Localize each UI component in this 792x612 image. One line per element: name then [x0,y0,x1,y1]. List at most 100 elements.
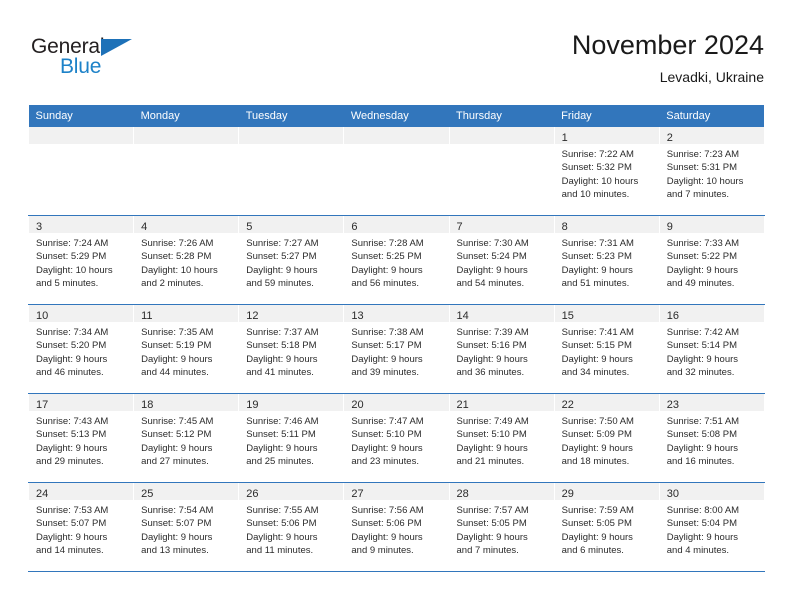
calendar-day-cell[interactable]: 12 Sunrise: 7:37 AM Sunset: 5:18 PM Dayligh… [238,304,345,394]
calendar-day-cell[interactable]: 16 Sunrise: 7:42 AM Sunset: 5:14 PM Dayligh… [658,304,765,394]
weekday-header-wednesday: Wednesday [343,105,449,127]
day-sunrise-text: Sunrise: 7:47 AM [351,416,424,427]
day-cell-content: 16 Sunrise: 7:42 AM Sunset: 5:14 PM Dayligh… [659,305,764,393]
calendar-day-cell[interactable]: 2 Sunrise: 7:23 AM Sunset: 5:31 PM Daylight… [658,127,765,216]
day-daylight-text: Daylight: 9 hours [666,264,739,276]
calendar-day-cell[interactable]: 18 Sunrise: 7:45 AM Sunset: 5:12 PM Dayligh… [133,393,240,483]
brand-logo[interactable]: General Blue [31,36,151,86]
day-detail-lines: Sunrise: 7:31 AM Sunset: 5:23 PM Daylight:… [555,233,659,290]
day-daylight-text: and 44 minutes. [141,366,209,378]
day-sunset-text: Sunset: 5:06 PM [351,518,422,530]
day-number-band: 30 [659,483,764,500]
day-number-band: 2 [659,127,764,144]
calendar-day-cell[interactable]: 1 Sunrise: 7:22 AM Sunset: 5:32 PM Daylight… [553,127,660,216]
calendar-day-cell[interactable]: 7 Sunrise: 7:30 AM Sunset: 5:24 PM Daylight… [448,215,555,305]
day-sunrise-text: Sunrise: 7:24 AM [36,238,109,249]
day-number-band: 11 [134,305,239,322]
calendar-day-cell[interactable]: 25 Sunrise: 7:54 AM Sunset: 5:07 PM Dayligh… [133,482,240,572]
day-cell-content [29,127,134,215]
day-sunset-text: Sunset: 5:19 PM [141,340,212,352]
day-number: 12 [246,310,259,322]
calendar-week-row: 1 Sunrise: 7:22 AM Sunset: 5:32 PM Daylight… [27,127,765,216]
day-daylight-text: Daylight: 10 hours [561,175,639,187]
day-daylight-text: and 59 minutes. [246,277,314,289]
calendar-day-cell[interactable]: 15 Sunrise: 7:41 AM Sunset: 5:15 PM Dayligh… [553,304,660,394]
day-daylight-text: and 14 minutes. [36,544,104,556]
day-cell-content: 3 Sunrise: 7:24 AM Sunset: 5:29 PM Daylight… [29,216,134,304]
day-daylight-text: Daylight: 10 hours [666,175,744,187]
calendar-day-cell[interactable]: 3 Sunrise: 7:24 AM Sunset: 5:29 PM Daylight… [27,215,135,305]
day-sunset-text: Sunset: 5:24 PM [456,251,527,263]
day-daylight-text: Daylight: 10 hours [36,264,113,276]
day-cell-content: 21 Sunrise: 7:49 AM Sunset: 5:10 PM Dayligh… [449,394,554,482]
day-number-band: 8 [554,216,659,233]
day-daylight-text: Daylight: 9 hours [456,442,528,454]
calendar-day-cell[interactable]: 30 Sunrise: 8:00 AM Sunset: 5:04 PM Dayligh… [658,482,765,572]
day-number-band: 1 [554,127,659,144]
day-daylight-text: Daylight: 9 hours [141,442,213,454]
day-detail-lines: Sunrise: 7:23 AM Sunset: 5:31 PM Daylight:… [660,144,764,201]
calendar-header-row: Sunday Monday Tuesday Wednesday Thursday Frid… [28,105,765,127]
day-sunset-text: Sunset: 5:07 PM [141,518,212,530]
day-detail-lines: Sunrise: 7:26 AM Sunset: 5:28 PM Daylight:… [134,233,238,290]
day-cell-content: 27 Sunrise: 7:56 AM Sunset: 5:06 PM Dayligh… [344,483,449,571]
day-sunrise-text: Sunrise: 7:53 AM [36,505,109,516]
day-sunset-text: Sunset: 5:29 PM [36,251,107,263]
day-number-band: 7 [449,216,554,233]
calendar-day-cell[interactable]: 24 Sunrise: 7:53 AM Sunset: 5:07 PM Dayligh… [27,482,135,572]
day-cell-content: 17 Sunrise: 7:43 AM Sunset: 5:13 PM Dayligh… [29,394,134,482]
day-daylight-text: Daylight: 9 hours [36,531,108,543]
day-number: 15 [561,310,574,322]
day-cell-content: 7 Sunrise: 7:30 AM Sunset: 5:24 PM Daylight… [449,216,554,304]
day-cell-content: 13 Sunrise: 7:38 AM Sunset: 5:17 PM Dayligh… [344,305,449,393]
calendar-day-cell[interactable]: 10 Sunrise: 7:34 AM Sunset: 5:20 PM Dayligh… [27,304,135,394]
day-number-band: 5 [239,216,344,233]
day-sunset-text: Sunset: 5:13 PM [36,429,107,441]
day-sunrise-text: Sunrise: 7:23 AM [666,149,740,160]
day-daylight-text: and 54 minutes. [456,277,525,289]
day-daylight-text: Daylight: 9 hours [561,442,633,454]
calendar-day-cell[interactable]: 5 Sunrise: 7:27 AM Sunset: 5:27 PM Daylight… [238,215,345,305]
calendar-day-cell[interactable]: 28 Sunrise: 7:57 AM Sunset: 5:05 PM Dayligh… [448,482,555,572]
calendar-day-cell[interactable]: 21 Sunrise: 7:49 AM Sunset: 5:10 PM Dayligh… [448,393,555,483]
calendar-empty-cell [448,127,555,216]
day-sunrise-text: Sunrise: 7:34 AM [36,327,109,338]
day-number: 11 [141,310,153,322]
day-daylight-text: and 23 minutes. [351,455,419,467]
calendar-day-cell[interactable]: 13 Sunrise: 7:38 AM Sunset: 5:17 PM Dayligh… [343,304,450,394]
day-cell-content: 10 Sunrise: 7:34 AM Sunset: 5:20 PM Dayligh… [29,305,134,393]
day-sunset-text: Sunset: 5:06 PM [246,518,317,530]
calendar-empty-cell [27,127,135,216]
day-cell-content: 1 Sunrise: 7:22 AM Sunset: 5:32 PM Daylight… [554,127,659,215]
day-daylight-text: Daylight: 9 hours [141,353,213,365]
calendar-day-cell[interactable]: 4 Sunrise: 7:26 AM Sunset: 5:28 PM Daylight… [133,215,240,305]
day-daylight-text: and 51 minutes. [561,277,630,289]
day-number-band: 25 [134,483,239,500]
day-cell-content: 29 Sunrise: 7:59 AM Sunset: 5:05 PM Dayligh… [554,483,659,571]
day-cell-content: 28 Sunrise: 7:57 AM Sunset: 5:05 PM Dayligh… [449,483,554,571]
calendar-day-cell[interactable]: 27 Sunrise: 7:56 AM Sunset: 5:06 PM Dayligh… [343,482,450,572]
day-number: 2 [666,132,673,144]
calendar-week-row: 17 Sunrise: 7:43 AM Sunset: 5:13 PM Dayligh… [27,393,765,483]
day-number-band: 24 [29,483,134,500]
calendar-day-cell[interactable]: 23 Sunrise: 7:51 AM Sunset: 5:08 PM Dayligh… [658,393,765,483]
day-cell-content: 4 Sunrise: 7:26 AM Sunset: 5:28 PM Daylight… [134,216,239,304]
day-sunset-text: Sunset: 5:18 PM [246,340,317,352]
calendar-day-cell[interactable]: 19 Sunrise: 7:46 AM Sunset: 5:11 PM Dayligh… [238,393,345,483]
calendar-day-cell[interactable]: 14 Sunrise: 7:39 AM Sunset: 5:16 PM Dayligh… [448,304,555,394]
calendar-day-cell[interactable]: 9 Sunrise: 7:33 AM Sunset: 5:22 PM Daylight… [658,215,765,305]
calendar-day-cell[interactable]: 20 Sunrise: 7:47 AM Sunset: 5:10 PM Dayligh… [343,393,450,483]
weekday-header-thursday: Thursday [449,105,555,127]
calendar-day-cell[interactable]: 8 Sunrise: 7:31 AM Sunset: 5:23 PM Daylight… [553,215,660,305]
day-daylight-text: and 39 minutes. [351,366,419,378]
calendar-day-cell[interactable]: 11 Sunrise: 7:35 AM Sunset: 5:19 PM Dayligh… [133,304,240,394]
calendar-day-cell[interactable]: 29 Sunrise: 7:59 AM Sunset: 5:05 PM Dayligh… [553,482,660,572]
day-daylight-text: Daylight: 9 hours [456,353,528,365]
calendar-day-cell[interactable]: 22 Sunrise: 7:50 AM Sunset: 5:09 PM Dayligh… [553,393,660,483]
day-number: 14 [456,310,469,322]
calendar-day-cell[interactable]: 17 Sunrise: 7:43 AM Sunset: 5:13 PM Dayligh… [27,393,135,483]
calendar-day-cell[interactable]: 26 Sunrise: 7:55 AM Sunset: 5:06 PM Dayligh… [238,482,345,572]
day-number: 7 [456,221,463,233]
calendar-day-cell[interactable]: 6 Sunrise: 7:28 AM Sunset: 5:25 PM Daylight… [343,215,450,305]
day-number: 22 [561,399,574,411]
